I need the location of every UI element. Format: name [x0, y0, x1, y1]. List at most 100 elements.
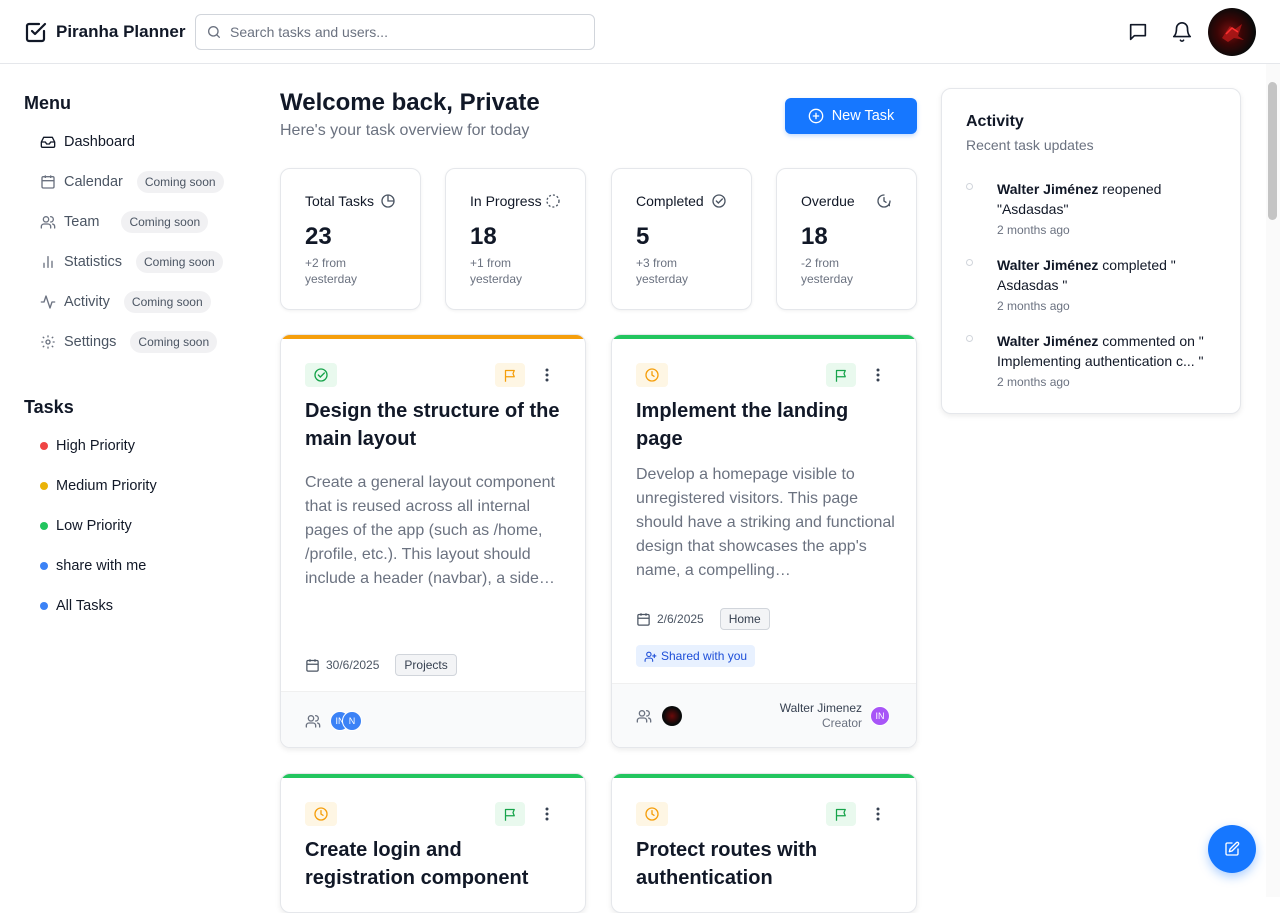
flag-icon[interactable]: [495, 363, 525, 387]
bell-icon[interactable]: [1171, 21, 1193, 43]
search-bar[interactable]: [195, 14, 595, 50]
users-icon: [40, 214, 56, 230]
stat-value: 18: [470, 223, 497, 250]
activity-subtitle: Recent task updates: [966, 137, 1094, 153]
user-avatar[interactable]: [1208, 8, 1256, 56]
priority-bar: [612, 774, 916, 778]
scrollbar-thumb[interactable]: [1268, 82, 1277, 220]
sidebar-task-high-priority[interactable]: High Priority: [40, 436, 135, 456]
stat-card-total: Total Tasks 23 +2 from yesterday: [280, 168, 421, 310]
task-tag[interactable]: Home: [719, 608, 770, 630]
inbox-icon: [40, 134, 56, 150]
clock-icon[interactable]: [636, 802, 668, 826]
task-card[interactable]: Implement the landing page Develop a hom…: [611, 334, 917, 748]
stat-value: 18: [801, 223, 828, 250]
more-options-icon[interactable]: [870, 365, 886, 385]
more-options-icon[interactable]: [870, 804, 886, 824]
plus-circle-icon: [808, 108, 824, 124]
stat-card-in-progress: In Progress 18 +1 from yesterday: [445, 168, 586, 310]
sidebar-item-label: Statistics: [64, 254, 123, 270]
priority-bar: [281, 774, 585, 778]
flag-icon[interactable]: [495, 802, 525, 826]
search-input[interactable]: [230, 24, 570, 40]
user-plus-icon: [644, 650, 657, 663]
priority-dot: [40, 602, 48, 610]
page-subtitle: Here's your task overview for today: [280, 122, 530, 139]
clock-icon[interactable]: [305, 802, 337, 826]
activity-user: Walter Jiménez: [997, 181, 1099, 197]
coming-soon-badge: Coming soon: [136, 171, 224, 193]
sidebar-item-settings[interactable]: Settings Coming soon: [40, 330, 218, 354]
checkbox-logo-icon: [24, 20, 48, 44]
activity-title: Activity: [966, 113, 1024, 130]
sidebar-item-statistics[interactable]: Statistics Coming soon: [40, 250, 223, 274]
app-name: Piranha Planner: [56, 22, 186, 41]
creator-avatar[interactable]: IN: [870, 706, 890, 726]
sidebar-task-shared[interactable]: share with me: [40, 556, 146, 576]
activity-entry[interactable]: Walter Jiménez completed " Asdasdas " 2 …: [966, 255, 1226, 315]
task-title[interactable]: Implement the landing page: [636, 397, 896, 453]
timeline-dot: [966, 259, 973, 266]
more-options-icon[interactable]: [539, 365, 555, 385]
task-card[interactable]: Protect routes with authentication: [611, 773, 917, 913]
priority-dot: [40, 562, 48, 570]
search-icon: [206, 24, 222, 40]
coming-soon-badge: Coming soon: [121, 211, 209, 233]
task-meta: 2/6/2025 Home: [636, 608, 770, 630]
clock-icon[interactable]: [636, 363, 668, 387]
activity-entry[interactable]: Walter Jiménez commented on " Implementi…: [966, 331, 1226, 391]
task-meta: 30/6/2025 Projects: [305, 654, 457, 676]
sidebar-item-dashboard[interactable]: Dashboard: [40, 130, 135, 154]
stat-note: +1 from yesterday: [470, 256, 523, 286]
task-title[interactable]: Protect routes with authentication: [636, 836, 896, 892]
sidebar-task-label: share with me: [56, 558, 147, 574]
menu-heading: Menu: [24, 93, 71, 113]
flag-icon[interactable]: [826, 363, 856, 387]
quick-edit-button[interactable]: [1208, 825, 1256, 873]
priority-dot: [40, 482, 48, 490]
activity-user: Walter Jiménez: [997, 257, 1099, 273]
message-icon[interactable]: [1127, 21, 1149, 43]
task-tag[interactable]: Projects: [395, 654, 457, 676]
sidebar-task-medium-priority[interactable]: Medium Priority: [40, 476, 157, 496]
sidebar-task-label: Medium Priority: [56, 478, 157, 494]
sidebar-item-activity[interactable]: Activity Coming soon: [40, 290, 211, 314]
stat-label: In Progress: [470, 193, 542, 209]
assignee-avatar[interactable]: [662, 706, 682, 726]
activity-user: Walter Jiménez: [997, 333, 1099, 349]
stat-label: Overdue: [801, 193, 855, 209]
check-circle-icon[interactable]: [305, 363, 337, 387]
assignee-avatar[interactable]: N: [342, 711, 362, 731]
users-icon: [305, 713, 321, 729]
coming-soon-badge: Coming soon: [123, 291, 211, 313]
dashed-circle-icon: [545, 193, 561, 209]
activity-time: 2 months ago: [997, 223, 1070, 237]
activity-entry[interactable]: Walter Jiménez reopened "Asdasdas" 2 mon…: [966, 179, 1226, 239]
sidebar-item-label: Settings: [64, 334, 117, 350]
flag-icon[interactable]: [826, 802, 856, 826]
activity-text: Walter Jiménez reopened "Asdasdas": [997, 179, 1227, 219]
stat-card-overdue: Overdue 18 -2 from yesterday: [776, 168, 917, 310]
task-card[interactable]: Design the structure of the main layout …: [280, 334, 586, 748]
priority-dot: [40, 522, 48, 530]
sidebar-item-label: Activity: [64, 294, 110, 310]
sidebar-item-label: Dashboard: [64, 134, 135, 150]
sidebar-item-team[interactable]: Team Coming soon: [40, 210, 209, 234]
task-title[interactable]: Design the structure of the main layout: [305, 397, 565, 453]
sidebar-task-all[interactable]: All Tasks: [40, 596, 113, 616]
coming-soon-badge: Coming soon: [130, 331, 218, 353]
priority-dot: [40, 442, 48, 450]
sidebar-item-calendar[interactable]: Calendar Coming soon: [40, 170, 224, 194]
task-card[interactable]: Create login and registration component: [280, 773, 586, 913]
task-title[interactable]: Create login and registration component: [305, 836, 565, 892]
sidebar-task-low-priority[interactable]: Low Priority: [40, 516, 132, 536]
new-task-button[interactable]: New Task: [785, 98, 917, 134]
sidebar-item-label: Calendar: [64, 174, 123, 190]
creator-role: Creator: [821, 716, 862, 730]
brand[interactable]: Piranha Planner: [24, 20, 185, 44]
more-options-icon[interactable]: [539, 804, 555, 824]
stat-label: Total Tasks: [305, 193, 374, 209]
priority-bar: [281, 335, 585, 339]
sidebar: Menu Dashboard Calendar Coming soon Team…: [0, 64, 250, 897]
stat-note: -2 from yesterday: [801, 256, 854, 286]
